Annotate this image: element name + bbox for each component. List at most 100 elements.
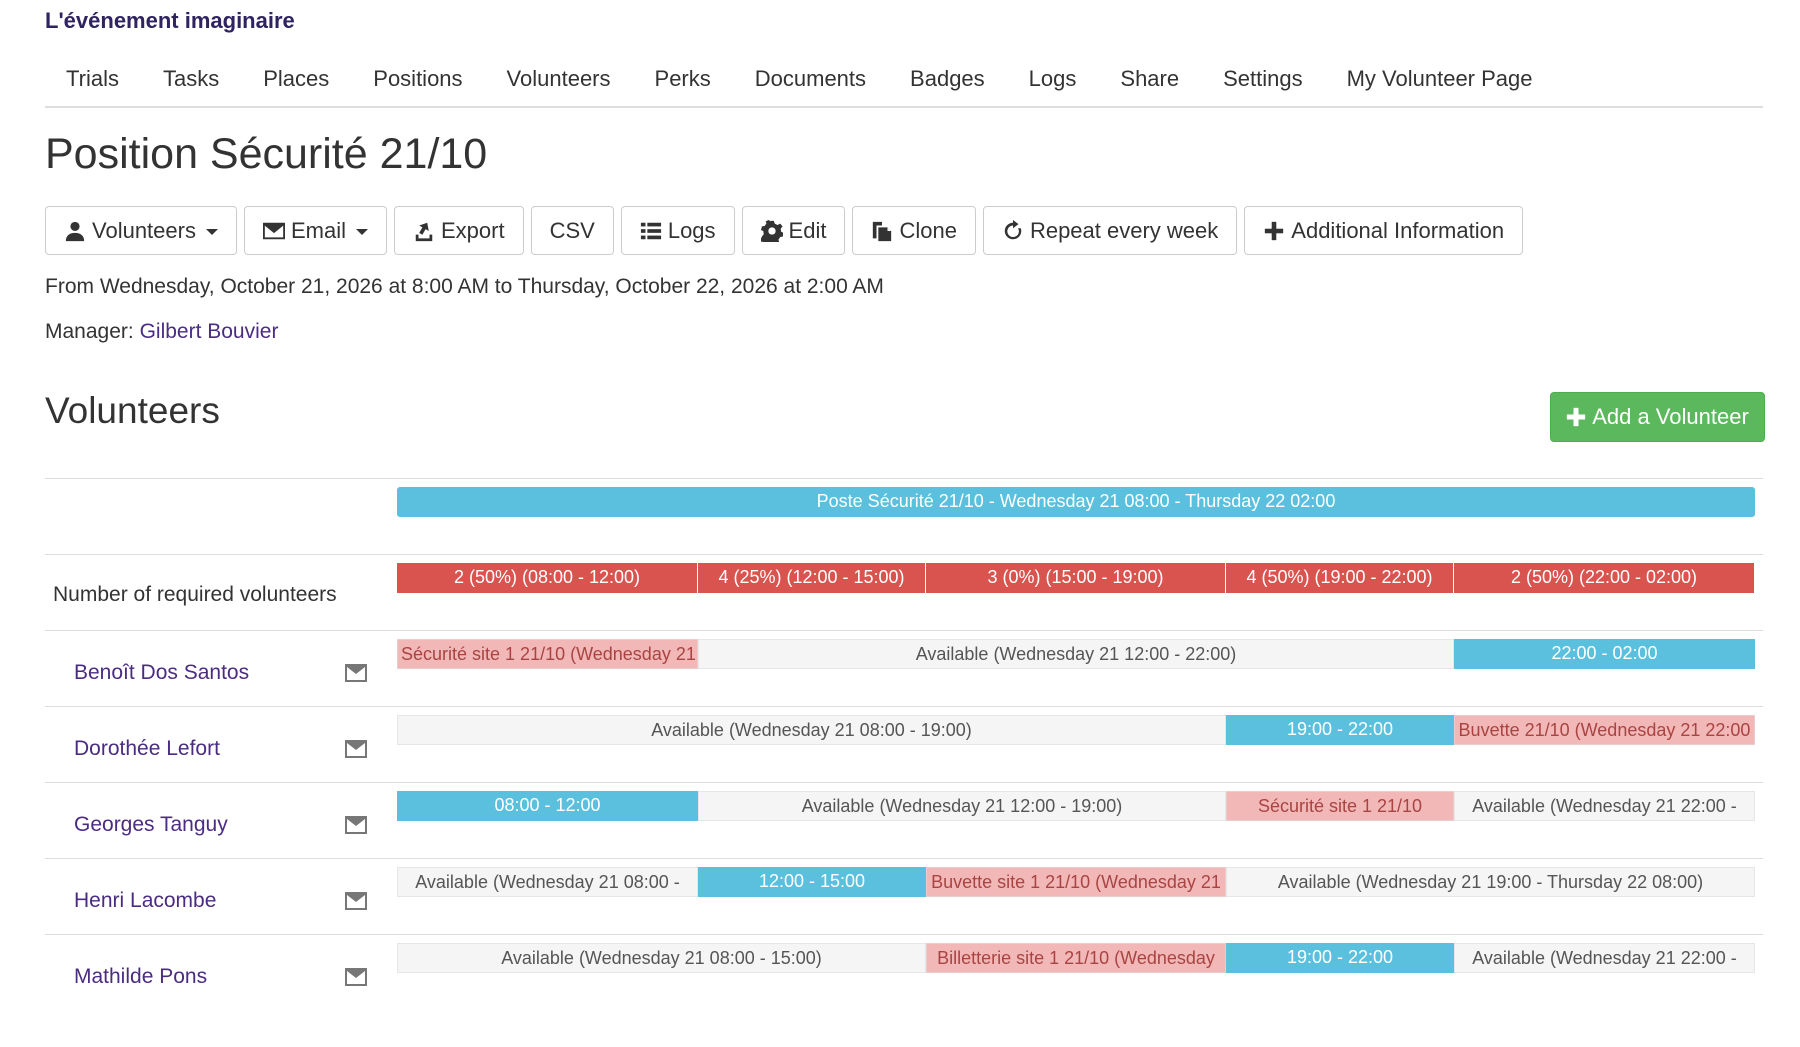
required-slot[interactable]: 4 (25%) (12:00 - 15:00) [698, 563, 926, 593]
clone-button-label: Clone [899, 217, 957, 243]
assignment-segment[interactable]: Sécurité site 1 21/10 (Wednesday 21 [397, 639, 698, 669]
page-title: Position Sécurité 21/10 [45, 130, 488, 178]
brand-title[interactable]: L'événement imaginaire [45, 8, 295, 34]
nav-trials[interactable]: Trials [45, 52, 141, 106]
manager-info: Manager: Gilbert Bouvier [45, 320, 278, 344]
nav-places[interactable]: Places [241, 52, 351, 106]
csv-button-label: CSV [549, 217, 595, 243]
assigned-slot-segment[interactable]: 19:00 - 22:00 [1226, 715, 1454, 745]
logs-button-label: Logs [667, 217, 716, 243]
required-slot[interactable]: 3 (0%) (15:00 - 19:00) [926, 563, 1226, 593]
edit-button-label: Edit [788, 217, 827, 243]
position-bar[interactable]: Poste Sécurité 21/10 - Wednesday 21 08:0… [397, 487, 1755, 517]
required-row: Number of required volunteers 2 (50%) (0… [45, 554, 1763, 630]
volunteer-timeline: Available (Wednesday 21 08:00 - 19:00) 1… [397, 715, 1755, 745]
assigned-slot-segment[interactable]: 12:00 - 15:00 [698, 867, 926, 897]
required-bar-area: 2 (50%) (08:00 - 12:00) 4 (25%) (12:00 -… [397, 563, 1755, 593]
manager-label: Manager: [45, 320, 134, 343]
availability-segment[interactable]: Available (Wednesday 21 08:00 - 19:00) [397, 715, 1226, 745]
volunteer-timeline: Available (Wednesday 21 08:00 - 15:00) B… [397, 943, 1755, 973]
nav-tasks[interactable]: Tasks [141, 52, 241, 106]
volunteer-timeline: Sécurité site 1 21/10 (Wednesday 21 Avai… [397, 639, 1755, 669]
nav-share[interactable]: Share [1098, 52, 1201, 106]
volunteer-name[interactable]: Georges Tanguy [74, 813, 228, 837]
volunteer-row: Benoît Dos Santos Sécurité site 1 21/10 … [45, 630, 1763, 706]
envelope-icon[interactable] [345, 740, 367, 758]
volunteer-row: Georges Tanguy 08:00 - 12:00 Available (… [45, 782, 1763, 858]
volunteer-name[interactable]: Mathilde Pons [74, 965, 207, 989]
copy-icon [873, 221, 892, 241]
assigned-slot-segment[interactable]: 19:00 - 22:00 [1226, 943, 1454, 973]
nav-volunteers[interactable]: Volunteers [485, 52, 633, 106]
envelope-icon[interactable] [345, 816, 367, 834]
export-button-label: Export [440, 217, 505, 243]
plus-icon [1567, 407, 1586, 427]
availability-segment[interactable]: Available (Wednesday 21 19:00 - Thursday… [1226, 867, 1755, 897]
volunteer-timeline: Available (Wednesday 21 08:00 - 12:00 - … [397, 867, 1755, 897]
availability-segment[interactable]: Available (Wednesday 21 08:00 - 15:00) [397, 943, 926, 973]
nav-badges[interactable]: Badges [888, 52, 1007, 106]
volunteers-dropdown-button[interactable]: Volunteers [45, 206, 237, 255]
required-slot[interactable]: 2 (50%) (08:00 - 12:00) [397, 563, 698, 593]
caret-down-icon [355, 228, 368, 235]
availability-segment[interactable]: Available (Wednesday 21 22:00 - [1454, 791, 1755, 821]
assignment-segment[interactable]: Billetterie site 1 21/10 (Wednesday [926, 943, 1226, 973]
required-label: Number of required volunteers [53, 583, 337, 606]
volunteer-name[interactable]: Dorothée Lefort [74, 737, 220, 761]
user-icon [65, 221, 85, 241]
page: L'événement imaginaire Trials Tasks Plac… [0, 0, 1800, 1047]
nav-perks[interactable]: Perks [633, 52, 733, 106]
add-volunteer-label: Add a Volunteer [1592, 404, 1749, 429]
export-icon [415, 222, 433, 241]
volunteer-row: Mathilde Pons Available (Wednesday 21 08… [45, 934, 1763, 1010]
volunteer-name[interactable]: Henri Lacombe [74, 889, 216, 913]
toolbar: Volunteers Email Export CSV Logs Edit Cl… [45, 206, 1524, 255]
volunteer-row: Henri Lacombe Available (Wednesday 21 08… [45, 858, 1763, 934]
volunteer-timeline: 08:00 - 12:00 Available (Wednesday 21 12… [397, 791, 1755, 821]
nav-documents[interactable]: Documents [733, 52, 888, 106]
main-nav: Trials Tasks Places Positions Volunteers… [45, 52, 1763, 108]
envelope-icon[interactable] [345, 968, 367, 986]
email-button-label: Email [290, 217, 346, 243]
nav-my-volunteer-page[interactable]: My Volunteer Page [1325, 52, 1555, 106]
email-dropdown-button[interactable]: Email [243, 206, 387, 255]
nav-settings[interactable]: Settings [1201, 52, 1325, 106]
nav-positions[interactable]: Positions [351, 52, 484, 106]
gear-icon [760, 219, 783, 242]
assignment-segment[interactable]: Sécurité site 1 21/10 [1226, 791, 1454, 821]
availability-segment[interactable]: Available (Wednesday 21 12:00 - 19:00) [698, 791, 1226, 821]
export-button[interactable]: Export [393, 206, 524, 255]
date-range: From Wednesday, October 21, 2026 at 8:00… [45, 275, 884, 298]
envelope-icon[interactable] [345, 664, 367, 682]
repeat-weekly-button[interactable]: Repeat every week [982, 206, 1238, 255]
position-bar-area: Poste Sécurité 21/10 - Wednesday 21 08:0… [397, 487, 1755, 517]
volunteers-button-label: Volunteers [92, 217, 196, 243]
list-icon [640, 222, 661, 239]
assigned-slot-segment[interactable]: 08:00 - 12:00 [397, 791, 698, 821]
schedule-table: Poste Sécurité 21/10 - Wednesday 21 08:0… [45, 478, 1763, 1010]
logs-button[interactable]: Logs [620, 206, 735, 255]
edit-button[interactable]: Edit [741, 206, 846, 255]
position-row: Poste Sécurité 21/10 - Wednesday 21 08:0… [45, 478, 1763, 554]
assignment-segment[interactable]: Buvette 21/10 (Wednesday 21 22:00 [1454, 715, 1755, 745]
clone-button[interactable]: Clone [852, 206, 976, 255]
envelope-icon [262, 222, 285, 239]
assignment-segment[interactable]: Buvette site 1 21/10 (Wednesday 21 [926, 867, 1226, 897]
add-volunteer-button[interactable]: Add a Volunteer [1550, 392, 1765, 442]
refresh-icon [1004, 219, 1022, 239]
volunteer-name[interactable]: Benoît Dos Santos [74, 661, 249, 685]
csv-button[interactable]: CSV [530, 206, 614, 255]
volunteer-row: Dorothée Lefort Available (Wednesday 21 … [45, 706, 1763, 782]
availability-segment[interactable]: Available (Wednesday 21 12:00 - 22:00) [698, 639, 1454, 669]
nav-logs[interactable]: Logs [1007, 52, 1099, 106]
additional-button-label: Additional Information [1291, 217, 1505, 243]
manager-link[interactable]: Gilbert Bouvier [140, 320, 279, 343]
required-slot[interactable]: 2 (50%) (22:00 - 02:00) [1454, 563, 1755, 593]
required-slot[interactable]: 4 (50%) (19:00 - 22:00) [1226, 563, 1454, 593]
envelope-icon[interactable] [345, 892, 367, 910]
assigned-slot-segment[interactable]: 22:00 - 02:00 [1454, 639, 1755, 669]
availability-segment[interactable]: Available (Wednesday 21 08:00 - [397, 867, 698, 897]
volunteers-section-title: Volunteers [45, 390, 220, 431]
additional-information-button[interactable]: Additional Information [1244, 206, 1524, 255]
availability-segment[interactable]: Available (Wednesday 21 22:00 - [1454, 943, 1755, 973]
